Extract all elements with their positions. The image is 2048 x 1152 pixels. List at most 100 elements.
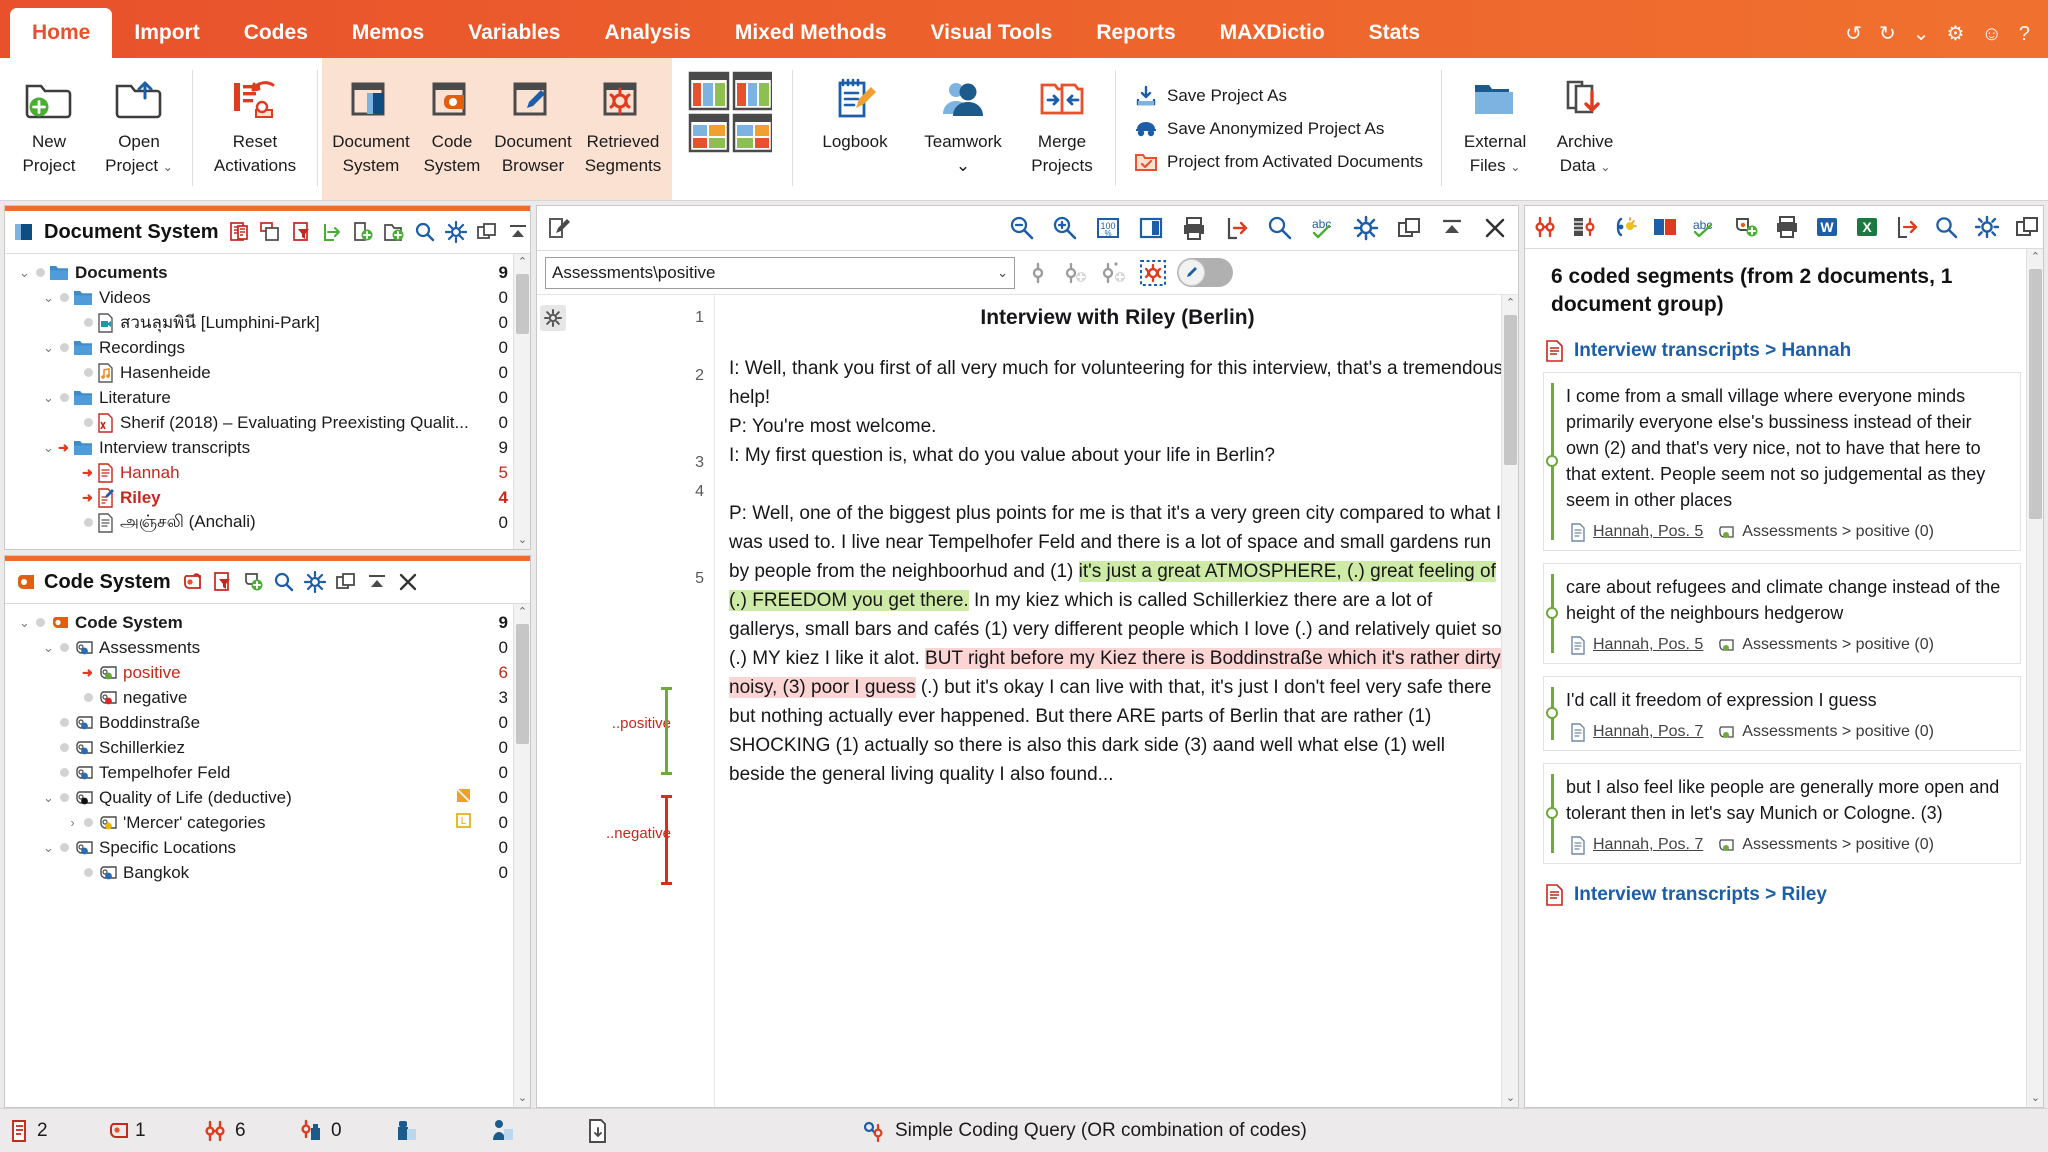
gear-icon[interactable] bbox=[540, 305, 566, 331]
status-export-document[interactable] bbox=[586, 1118, 682, 1144]
activation-dot-icon[interactable] bbox=[60, 768, 69, 777]
help-icon[interactable]: ? bbox=[2019, 24, 2030, 44]
code-add-icon[interactable] bbox=[1061, 260, 1089, 286]
archive-data-button[interactable]: Archive Data ⌄ bbox=[1540, 63, 1630, 200]
logbook-button[interactable]: Logbook bbox=[801, 63, 909, 200]
stripe-label-negative[interactable]: ..negative bbox=[606, 825, 671, 842]
ribbon-tab-home[interactable]: Home bbox=[10, 8, 113, 58]
segment-code-label-wrap[interactable]: Assessments > positive (0) bbox=[1716, 723, 1934, 741]
scroll-up-arrow[interactable]: ⌃ bbox=[514, 604, 530, 621]
tree-row[interactable]: ⌄ ➜ Interview transcripts 9 bbox=[5, 435, 530, 460]
search-icon[interactable] bbox=[414, 221, 436, 243]
ribbon-tab-codes[interactable]: Codes bbox=[222, 8, 330, 58]
code-info-add-icon[interactable] bbox=[1099, 260, 1129, 286]
code-system-tree[interactable]: ⌄ Code System 9 ⌄ Assessments 0 ➜ positive 6 nega… bbox=[5, 604, 530, 1107]
zoom-100-icon[interactable]: 100% bbox=[1095, 215, 1121, 241]
scroll-up-arrow[interactable]: ⌃ bbox=[2027, 249, 2043, 266]
save-project-as-item[interactable]: Save Project As bbox=[1128, 81, 1429, 111]
activation-dot-icon[interactable] bbox=[84, 818, 93, 827]
retrieved-segments-button[interactable]: Retrieved Segments bbox=[578, 63, 668, 200]
spellcheck-icon[interactable]: abc bbox=[1310, 215, 1336, 241]
segment-code-label-wrap[interactable]: Assessments > positive (0) bbox=[1716, 836, 1934, 854]
chevron-down-icon[interactable]: ⌄ bbox=[39, 390, 58, 406]
edit-mode-toggle[interactable] bbox=[1177, 258, 1233, 287]
gear-icon[interactable] bbox=[303, 571, 326, 593]
close-icon[interactable] bbox=[1482, 215, 1508, 241]
tree-row[interactable]: ➜ Hannah 5 bbox=[5, 460, 530, 485]
tree-row[interactable]: ⌄ Assessments 0 bbox=[5, 635, 530, 660]
chevron-down-icon[interactable]: ⌄ bbox=[15, 615, 34, 631]
segment-code-knob[interactable] bbox=[1546, 455, 1558, 468]
segment-position-link[interactable]: Hannah, Pos. 5 bbox=[1570, 522, 1703, 542]
segments-scrollbar[interactable]: ⌃ ⌄ bbox=[2026, 249, 2043, 1107]
copy-documents-icon[interactable] bbox=[259, 221, 281, 243]
activation-dot-icon[interactable] bbox=[60, 293, 69, 302]
chevron-down-icon[interactable]: ⌄ bbox=[997, 265, 1008, 281]
chevron-down-icon[interactable]: ⌄ bbox=[163, 160, 173, 174]
excel-export-icon[interactable]: X bbox=[1854, 215, 1880, 239]
undo-icon[interactable]: ↺ bbox=[1845, 24, 1862, 44]
search-icon[interactable] bbox=[1267, 215, 1293, 241]
chevron-down-icon[interactable]: ⌄ bbox=[956, 156, 970, 175]
tree-row[interactable]: ⌄ Code System 9 bbox=[5, 610, 530, 635]
gear-icon[interactable] bbox=[444, 221, 467, 243]
ribbon-tab-import[interactable]: Import bbox=[112, 8, 221, 58]
coded-segment-card[interactable]: care about refugees and climate change i… bbox=[1543, 562, 2021, 664]
activation-dot-icon[interactable] bbox=[60, 718, 69, 727]
tree-row[interactable]: ⌄ Documents 9 bbox=[5, 260, 530, 285]
ribbon-tab-reports[interactable]: Reports bbox=[1074, 8, 1197, 58]
activation-dot-icon[interactable] bbox=[36, 618, 45, 627]
retrieved-segments-list[interactable]: 6 coded segments (from 2 documents, 1 do… bbox=[1525, 249, 2043, 1107]
chevron-down-icon[interactable]: ⌄ bbox=[39, 290, 58, 306]
status-coded-segments[interactable]: 6 bbox=[202, 1119, 298, 1143]
new-code-icon[interactable] bbox=[242, 571, 264, 593]
coded-segments-icon[interactable] bbox=[1532, 215, 1558, 239]
segment-position-link[interactable]: Hannah, Pos. 7 bbox=[1570, 722, 1703, 742]
segment-source-link[interactable]: Interview transcripts > Riley bbox=[1539, 876, 2027, 916]
chevron-down-icon[interactable]: ⌄ bbox=[39, 640, 58, 656]
redo-icon[interactable]: ↻ bbox=[1879, 24, 1896, 44]
table-segments-icon[interactable] bbox=[1572, 215, 1598, 239]
print-icon[interactable] bbox=[1774, 215, 1800, 239]
activation-dot-icon[interactable] bbox=[60, 643, 69, 652]
save-anonymized-item[interactable]: Save Anonymized Project As bbox=[1128, 114, 1429, 144]
status-doc-variables[interactable] bbox=[394, 1118, 490, 1144]
activation-dot-icon[interactable] bbox=[60, 743, 69, 752]
undock-icon[interactable] bbox=[476, 221, 498, 243]
split-view-icon[interactable] bbox=[1138, 215, 1164, 241]
search-icon[interactable] bbox=[273, 571, 295, 593]
collapse-icon[interactable] bbox=[1439, 215, 1465, 241]
tree-row[interactable]: Schillerkiez 0 bbox=[5, 735, 530, 760]
tree-row[interactable]: ➜ positive 6 bbox=[5, 660, 530, 685]
tree-row[interactable]: negative 3 bbox=[5, 685, 530, 710]
tree-row[interactable]: ⌄ Quality of Life (deductive) 0 bbox=[5, 785, 530, 810]
close-icon[interactable] bbox=[397, 571, 419, 593]
ribbon-tab-memos[interactable]: Memos bbox=[330, 8, 446, 58]
label-flag-icon[interactable]: L bbox=[455, 812, 472, 834]
coded-segment-card[interactable]: I come from a small village where everyo… bbox=[1543, 371, 2021, 551]
tree-row[interactable]: Hasenheide 0 bbox=[5, 360, 530, 385]
search-icon[interactable] bbox=[1934, 215, 1960, 239]
ribbon-tab-analysis[interactable]: Analysis bbox=[582, 8, 712, 58]
edit-mode-icon[interactable] bbox=[547, 216, 571, 240]
activation-dot-icon[interactable] bbox=[60, 343, 69, 352]
chevron-down-icon[interactable]: ⌄ bbox=[1600, 160, 1610, 174]
tree-row[interactable]: Boddinstraße 0 bbox=[5, 710, 530, 735]
scroll-up-arrow[interactable]: ⌃ bbox=[514, 254, 530, 271]
scroll-down-arrow[interactable]: ⌄ bbox=[2027, 1090, 2043, 1107]
new-document-icon[interactable] bbox=[352, 221, 374, 243]
tree-row[interactable]: ➜ Riley 4 bbox=[5, 485, 530, 510]
tree-row[interactable]: ⌄ Literature 0 bbox=[5, 385, 530, 410]
chevron-down-icon[interactable]: ⌄ bbox=[39, 790, 58, 806]
activation-dot-icon[interactable] bbox=[36, 268, 45, 277]
scroll-down-arrow[interactable]: ⌄ bbox=[514, 532, 530, 549]
filter-documents-icon[interactable] bbox=[290, 221, 312, 243]
tree-row[interactable]: ⌄ Videos 0 bbox=[5, 285, 530, 310]
undock-icon[interactable] bbox=[335, 571, 357, 593]
segment-code-label-wrap[interactable]: Assessments > positive (0) bbox=[1716, 523, 1934, 541]
segment-code-knob[interactable] bbox=[1546, 607, 1558, 620]
undock-icon[interactable] bbox=[2014, 215, 2040, 239]
stripe-bar-positive[interactable] bbox=[665, 687, 668, 775]
chevron-down-icon[interactable]: ⌄ bbox=[15, 265, 34, 281]
add-code-icon[interactable] bbox=[1734, 215, 1760, 239]
